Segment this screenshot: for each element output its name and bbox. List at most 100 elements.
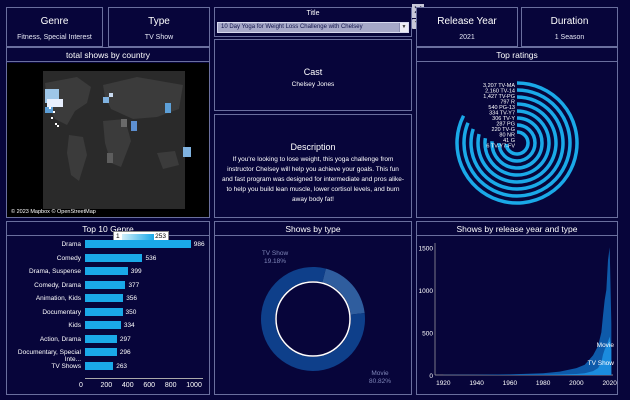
genre-axis	[85, 378, 203, 379]
map-attribution: © 2023 Mapbox © OpenStreetMap	[11, 209, 96, 215]
duration-value: 1 Season	[554, 34, 585, 41]
x-tick: 2020	[602, 380, 617, 387]
japan-highlight	[165, 103, 171, 113]
uk-highlight	[109, 93, 113, 97]
genre-bar-row[interactable]: Documentary 350	[7, 307, 211, 318]
genre-axis-tick: 800	[164, 382, 177, 389]
india-highlight	[131, 121, 137, 131]
genre-axis-tick: 400	[121, 382, 134, 389]
genre-bar[interactable]	[85, 294, 124, 302]
top-genre-title: Top 10 Genre	[7, 222, 209, 236]
genre-value: Fitness, Special Interest	[17, 34, 92, 41]
y-tick: 500	[422, 330, 433, 337]
country-map-panel: total shows by country © 2023 Mapbox © O…	[6, 47, 210, 218]
genre-bar-row[interactable]: Comedy 536	[7, 253, 211, 264]
map-svg	[43, 71, 191, 209]
genre-bar-value: 297	[119, 335, 131, 343]
type-donut-chart[interactable]: TV Show19.18% Movie80.82%	[215, 237, 411, 395]
genre-bar[interactable]	[85, 321, 121, 329]
cast-value: Chelsey Jones	[291, 81, 335, 88]
donut-label: 80.82%	[369, 378, 391, 385]
release-year-panel: Shows by release year and type 1500 1000 5…	[416, 221, 618, 395]
top-ratings-panel: Top ratings 3,207 TV-MA 2,160 TV-14 1,427 …	[416, 47, 618, 218]
genre-bar-value: 350	[125, 308, 137, 316]
description-header: Description	[290, 142, 336, 152]
genre-bar-label: Documentary	[42, 308, 81, 316]
genre-bar-row[interactable]: Drama, Suspense 399	[7, 267, 211, 277]
world-map[interactable]: © 2023 Mapbox © OpenStreetMap	[7, 63, 209, 217]
y-tick: 0	[429, 373, 433, 380]
map-title: total shows by country	[7, 48, 209, 62]
type-title: Type	[148, 16, 170, 27]
chevron-down-icon[interactable]: ▼	[399, 23, 408, 32]
title-filter-label: Title	[306, 10, 320, 17]
genre-bar-row[interactable]: Drama 986	[7, 240, 211, 250]
duration-title: Duration	[550, 16, 589, 27]
genre-bar[interactable]	[85, 280, 126, 289]
genre-bar-label: Comedy	[56, 254, 81, 262]
genre-bar[interactable]	[85, 361, 114, 370]
genre-bar-row[interactable]: Comedy, Drama 377	[7, 280, 211, 291]
donut-label: Movie	[371, 370, 389, 377]
release-year-area-chart[interactable]: 1500 1000 500 01920 1940 1960 1980 2000 2020 Movi…	[417, 237, 617, 395]
genre-bar-value: 536	[145, 254, 157, 262]
genre-bar[interactable]	[85, 240, 191, 248]
genre-bar-value: 399	[130, 268, 142, 275]
y-tick: 1000	[419, 288, 434, 295]
top-genre-panel: Top 10 Genre 1 253 Drama 986 Comedy 536 Dram…	[6, 221, 210, 395]
genre-bar[interactable]	[85, 334, 117, 343]
description-text: If you're looking to lose weight, this y…	[221, 156, 405, 203]
nz-highlight	[183, 147, 191, 157]
genre-bar-value: 377	[128, 281, 140, 289]
type-card: Type TV Show	[108, 7, 210, 47]
genre-axis-tick: 600	[143, 382, 156, 389]
release-year-value: 2021	[459, 34, 475, 41]
cast-panel: Cast Chelsey Jones	[214, 39, 412, 111]
genre-bar-label: TV Shows	[51, 362, 81, 370]
genre-bar-value: 334	[123, 322, 135, 329]
genre-bar[interactable]	[85, 253, 143, 262]
donut-hole	[275, 281, 351, 357]
genre-bar[interactable]	[85, 307, 123, 316]
genre-bar-row[interactable]: Kids 334	[7, 321, 211, 331]
area-movie[interactable]	[443, 247, 612, 375]
tv-show-label: TV Show	[588, 360, 615, 367]
shows-by-type-title: Shows by type	[215, 222, 411, 236]
x-tick: 1960	[503, 380, 518, 387]
genre-bar[interactable]	[85, 267, 128, 275]
rating-arc[interactable]	[455, 81, 579, 205]
genre-bar-row[interactable]: TV Shows 263	[7, 361, 211, 372]
x-tick: 2000	[569, 380, 584, 387]
genre-bar-row[interactable]: Action, Drama 297	[7, 334, 211, 345]
release-year-title: Release Year	[437, 16, 497, 27]
genre-bar[interactable]	[85, 348, 117, 356]
genre-bar-value: 986	[193, 241, 205, 248]
y-tick: 1500	[419, 245, 434, 252]
genre-bar-row[interactable]: Documentary, Special Inte... 296	[7, 348, 211, 363]
ratings-radial-chart[interactable]: 3,207 TV-MA2,160 TV-141,427 TV-PG797 R54…	[417, 63, 617, 218]
southern-africa-shape	[107, 153, 113, 163]
movie-label: Movie	[597, 342, 615, 349]
genre-bar-label: Animation, Kids	[35, 295, 81, 302]
genre-axis-tick: 1000	[186, 382, 202, 389]
genre-bar-label: Comedy, Drama	[34, 281, 81, 289]
genre-bar-label: Action, Drama	[39, 335, 81, 343]
title-dropdown[interactable]: 10 Day Yoga for Weight Loss Challenge wi…	[217, 22, 409, 33]
genre-bar-row[interactable]: Animation, Kids 356	[7, 294, 211, 304]
usa-highlight	[47, 99, 63, 107]
genre-bar-value: 263	[116, 362, 128, 370]
middle-east-shape	[121, 119, 127, 127]
x-tick: 1920	[436, 380, 451, 387]
duration-card: Duration 1 Season	[521, 7, 618, 47]
genre-bar-value: 356	[126, 295, 138, 302]
genre-bar-label: Drama	[61, 241, 81, 248]
x-tick: 1940	[469, 380, 484, 387]
rating-arc[interactable]	[462, 88, 572, 198]
genre-bar-chart[interactable]: Drama 986 Comedy 536 Drama, Suspense 399 Comed…	[7, 239, 211, 379]
release-year-card: Release Year 2021	[416, 7, 518, 47]
rating-label: 6 TV-Y7-FV	[486, 144, 515, 150]
cast-header: Cast	[303, 67, 323, 77]
top-ratings-title: Top ratings	[417, 48, 617, 62]
genre-bar-label: Kids	[68, 322, 81, 329]
description-panel: Description If you're looking to lose we…	[214, 114, 412, 218]
